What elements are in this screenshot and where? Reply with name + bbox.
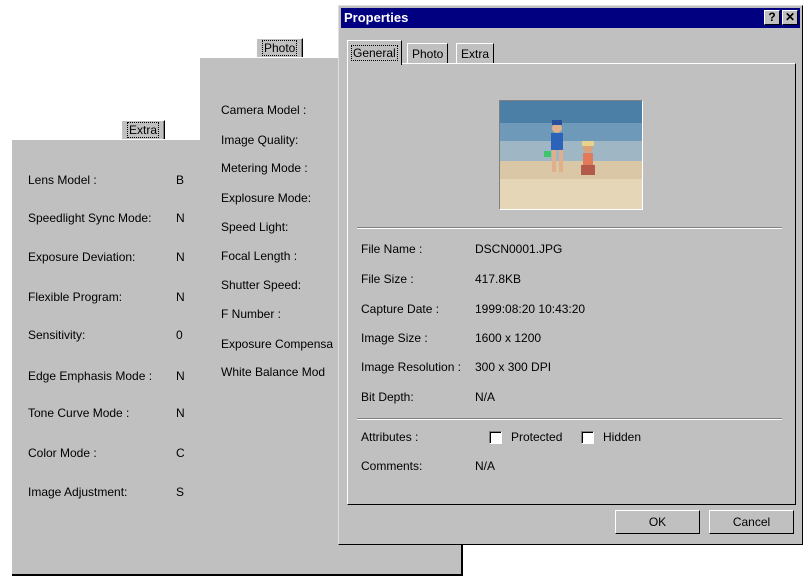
photo-row-1: Image Quality:: [221, 133, 299, 147]
image-size-value: 1600 x 1200: [475, 331, 542, 345]
extra-row-4-label: Sensitivity:: [28, 328, 86, 342]
extra-row-5-label: Edge Emphasis Mode :: [28, 369, 153, 383]
attributes-label: Attributes :: [361, 430, 419, 444]
photo-panel-tab[interactable]: Photo: [256, 38, 304, 57]
photo-row-0: Camera Model :: [221, 103, 307, 117]
separator-bottom: [357, 418, 782, 420]
photo-row-6: Shutter Speed:: [221, 278, 302, 292]
file-size-label: File Size :: [361, 272, 414, 286]
image-resolution-value: 300 x 300 DPI: [475, 360, 552, 374]
extra-row-6-label: Tone Curve Mode :: [28, 406, 130, 420]
extra-panel-tab-label: Extra: [126, 122, 160, 138]
extra-row-7-label: Color Mode :: [28, 446, 97, 460]
capture-date-value: 1999:08:20 10:43:20: [475, 302, 586, 316]
hidden-checkbox[interactable]: [581, 431, 594, 444]
extra-row-2-value: N: [176, 250, 185, 264]
capture-date-label: Capture Date :: [361, 302, 440, 316]
tab-photo-label: Photo: [412, 47, 444, 61]
extra-row-8-value: S: [176, 485, 185, 499]
tab-general-label: General: [351, 45, 398, 61]
photo-row-8: Exposure Compensa: [221, 337, 334, 351]
image-thumbnail: [499, 100, 643, 210]
photo-row-5: Focal Length :: [221, 249, 298, 263]
hidden-label[interactable]: Hidden: [603, 430, 641, 444]
extra-row-0-label: Lens Model :: [28, 173, 97, 187]
extra-row-6-value: N: [176, 406, 185, 420]
image-resolution-label: Image Resolution :: [361, 360, 462, 374]
separator-top: [357, 227, 782, 229]
extra-row-7-value: C: [176, 446, 185, 460]
extra-row-5-value: N: [176, 369, 185, 383]
protected-label[interactable]: Protected: [511, 430, 562, 444]
photo-panel: Camera Model : Image Quality: Metering M…: [200, 58, 345, 478]
photo-row-3: Explosure Mode:: [221, 191, 312, 205]
extra-row-4-value: 0: [176, 328, 183, 342]
extra-row-8-label: Image Adjustment:: [28, 485, 128, 499]
photo-row-9: White Balance Mod: [221, 365, 326, 379]
extra-panel-tab[interactable]: Extra: [121, 120, 166, 139]
bit-depth-label: Bit Depth:: [361, 390, 414, 404]
properties-dialog: Properties ? ✕ General Photo Extra File …: [338, 5, 803, 545]
photo-row-7: F Number :: [221, 307, 282, 321]
comments-value: N/A: [475, 459, 496, 473]
close-button[interactable]: ✕: [782, 10, 798, 25]
extra-row-3-value: N: [176, 290, 185, 304]
dialog-title: Properties: [344, 10, 409, 25]
tab-general[interactable]: General: [347, 40, 402, 65]
extra-row-3-label: Flexible Program:: [28, 290, 123, 304]
file-name-value: DSCN0001.JPG: [475, 242, 563, 256]
comments-label: Comments:: [361, 459, 423, 473]
tab-extra[interactable]: Extra: [456, 43, 495, 64]
beach-photo: [500, 101, 642, 209]
title-bar[interactable]: Properties ? ✕: [341, 8, 800, 28]
extra-row-1-value: N: [176, 211, 185, 225]
extra-row-1-label: Speedlight Sync Mode:: [28, 211, 152, 225]
image-size-label: Image Size :: [361, 331, 428, 345]
photo-row-4: Speed Light:: [221, 220, 289, 234]
photo-panel-tab-label: Photo: [261, 40, 298, 56]
file-name-label: File Name :: [361, 242, 423, 256]
cancel-button[interactable]: Cancel: [709, 510, 794, 534]
help-button[interactable]: ?: [764, 10, 780, 25]
photo-row-2: Metering Mode :: [221, 161, 308, 175]
extra-row-0-value: B: [176, 173, 185, 187]
tab-extra-label: Extra: [461, 47, 490, 61]
file-size-value: 417.8KB: [475, 272, 522, 286]
extra-row-2-label: Exposure Deviation:: [28, 250, 136, 264]
bit-depth-value: N/A: [475, 390, 496, 404]
ok-button[interactable]: OK: [615, 510, 700, 534]
tab-photo[interactable]: Photo: [407, 43, 449, 64]
protected-checkbox[interactable]: [489, 431, 502, 444]
